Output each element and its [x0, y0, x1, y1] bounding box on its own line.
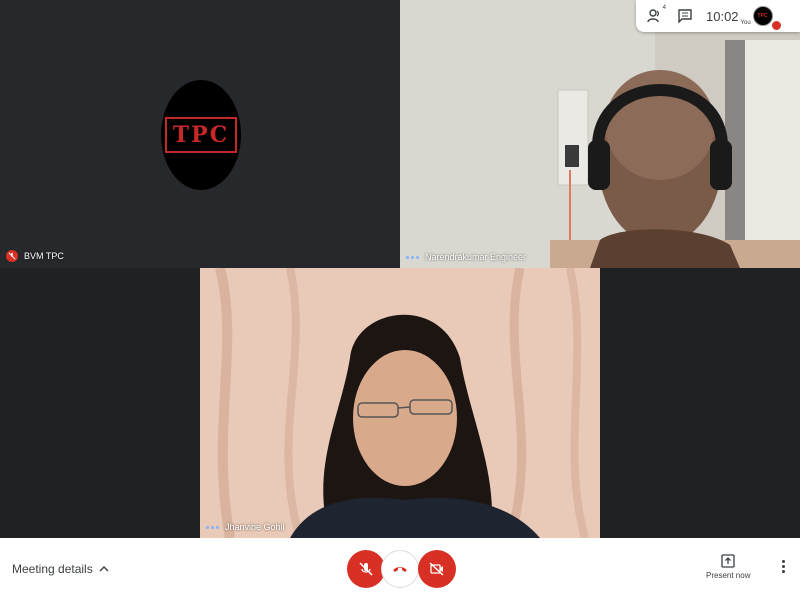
video-feed-narendrakumar: [400, 0, 800, 268]
participants-count: 4: [662, 5, 666, 11]
mic-off-icon: [359, 562, 373, 576]
participant-name: BVM TPC: [24, 251, 64, 261]
participant-tile-bvm-tpc[interactable]: TPC BVM TPC: [0, 0, 400, 268]
tpc-logo-text: TPC: [164, 117, 238, 153]
top-right-toolbar: 4 10:02 TPC You: [636, 0, 800, 32]
chat-icon[interactable]: [674, 5, 696, 27]
audio-level-icon: [206, 525, 219, 529]
bottom-control-bar: Meeting details Present now: [0, 538, 800, 600]
name-tag-jhanvibe: Jhanvibe Gohil: [206, 522, 285, 532]
participant-name: Jhanvibe Gohil: [225, 522, 285, 532]
videocam-off-icon: [429, 562, 444, 576]
self-mic-off-icon: [771, 21, 781, 30]
present-now-label: Present now: [706, 571, 751, 580]
camera-toggle-button[interactable]: [418, 550, 456, 588]
self-view-thumbnail[interactable]: TPC You: [741, 6, 781, 30]
present-now-button[interactable]: Present now: [706, 554, 750, 580]
leave-call-button[interactable]: [381, 550, 419, 588]
participant-tile-narendrakumar[interactable]: Narendrakumar Engineer: [400, 0, 800, 268]
self-avatar: TPC: [752, 6, 773, 26]
more-vert-icon: [781, 560, 785, 563]
self-label: You: [740, 20, 751, 26]
people-icon[interactable]: 4: [644, 5, 666, 27]
meeting-details-label: Meeting details: [12, 562, 93, 576]
more-options-button[interactable]: [780, 560, 786, 573]
mic-toggle-button[interactable]: [347, 550, 385, 588]
mic-off-icon: [6, 250, 18, 262]
chevron-up-icon: [99, 566, 109, 572]
participant-tile-jhanvibe[interactable]: Jhanvibe Gohil: [200, 268, 600, 538]
meeting-clock: 10:02: [706, 8, 739, 24]
video-feed-jhanvibe: [200, 268, 600, 538]
meeting-details-button[interactable]: Meeting details: [12, 562, 109, 576]
call-end-icon: [393, 567, 407, 572]
present-icon: [721, 554, 735, 568]
name-tag-bvm-tpc: BVM TPC: [6, 250, 64, 262]
participant-name: Narendrakumar Engineer: [425, 252, 527, 262]
tpc-logo: TPC: [161, 80, 241, 190]
audio-level-icon: [406, 255, 419, 259]
name-tag-narendrakumar: Narendrakumar Engineer: [406, 252, 526, 262]
